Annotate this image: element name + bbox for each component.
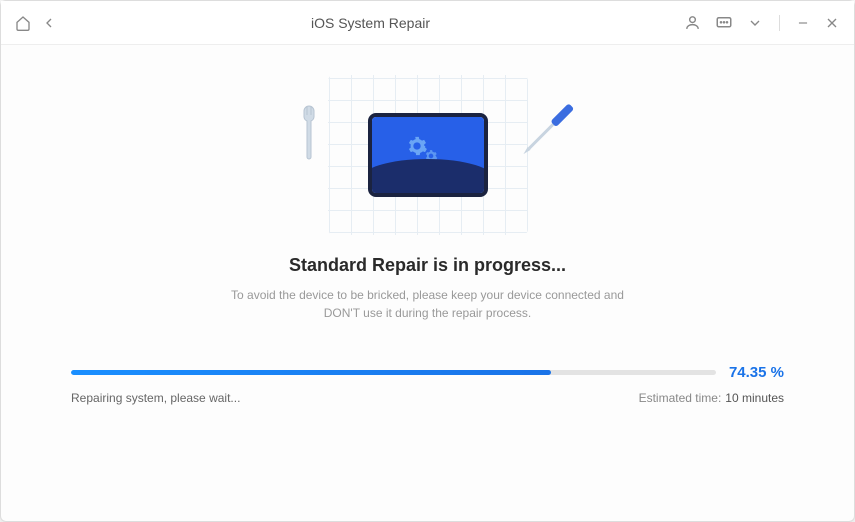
window-title: iOS System Repair: [57, 15, 684, 31]
minimize-icon[interactable]: [796, 16, 810, 30]
chevron-down-icon[interactable]: [747, 15, 763, 31]
progress-bar: [71, 370, 716, 375]
progress-heading: Standard Repair is in progress...: [289, 255, 566, 276]
device-icon: [368, 113, 488, 197]
feedback-icon[interactable]: [715, 14, 733, 32]
eta-value: 10 minutes: [725, 391, 784, 405]
progress-eta: Estimated time: 10 minutes: [639, 391, 784, 405]
progress-percent: 74.35 %: [726, 364, 784, 381]
progress-section: 74.35 % Repairing system, please wait...…: [71, 364, 784, 405]
progress-status: Repairing system, please wait...: [71, 391, 240, 405]
progress-fill: [71, 370, 551, 375]
titlebar: iOS System Repair: [1, 1, 854, 45]
eta-label: Estimated time:: [639, 391, 722, 405]
wrench-icon: [298, 105, 320, 170]
close-icon[interactable]: [824, 15, 840, 31]
home-icon[interactable]: [15, 15, 31, 31]
app-window: iOS System Repair: [0, 0, 855, 522]
back-icon[interactable]: [41, 15, 57, 31]
divider: [779, 15, 780, 31]
user-icon[interactable]: [684, 14, 701, 31]
repair-illustration: [328, 75, 528, 235]
progress-subtext: To avoid the device to be bricked, pleas…: [213, 286, 643, 322]
screwdriver-icon: [512, 100, 578, 166]
main-content: Standard Repair is in progress... To avo…: [1, 45, 854, 521]
